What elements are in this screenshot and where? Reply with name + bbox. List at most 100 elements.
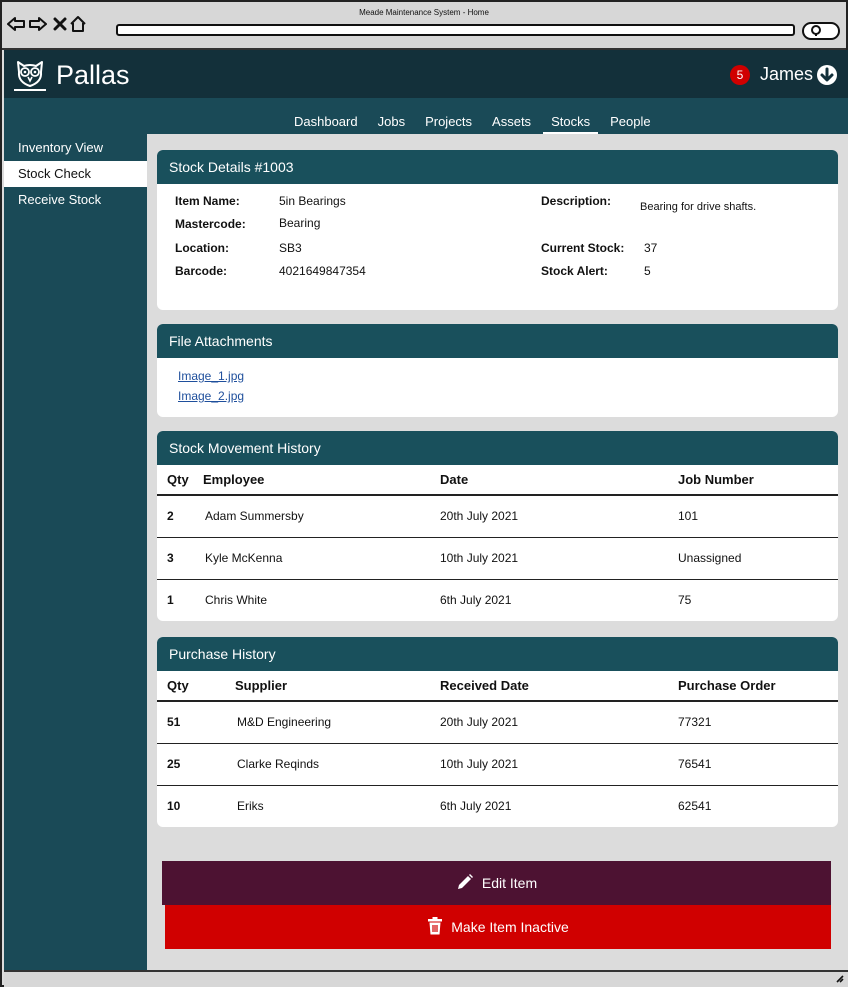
brand-name: Pallas bbox=[56, 60, 130, 90]
address-bar[interactable] bbox=[116, 24, 795, 36]
browser-window: Meade Maintenance System - Home Pallas 5… bbox=[0, 0, 848, 987]
browser-status-bar bbox=[4, 970, 848, 987]
sidebar-item-stock-check[interactable]: Stock Check bbox=[4, 161, 147, 187]
received-date-cell: 6th July 2021 bbox=[440, 799, 512, 814]
window-title: Meade Maintenance System - Home bbox=[359, 8, 489, 17]
mastercode-value: Bearing bbox=[279, 216, 321, 230]
tab-bar: Dashboard Jobs Projects Assets Stocks Pe… bbox=[286, 114, 663, 135]
table-row: 1 Chris White 6th July 2021 75 bbox=[157, 579, 838, 621]
description-label: Description: bbox=[541, 194, 612, 208]
purchase-order-cell: 77321 bbox=[678, 701, 838, 744]
current-stock-label: Current Stock: bbox=[541, 241, 625, 255]
tab-projects[interactable]: Projects bbox=[417, 114, 480, 135]
purchase-order-cell: 76541 bbox=[678, 743, 838, 786]
stock-alert-label: Stock Alert: bbox=[541, 264, 608, 278]
stock-details-card: Stock Details #1003 Item Name: 5in Beari… bbox=[157, 150, 838, 310]
purchase-history-title: Purchase History bbox=[157, 637, 838, 671]
mastercode-label: Mastercode: bbox=[175, 217, 246, 231]
tab-people[interactable]: People bbox=[602, 114, 658, 135]
tab-dashboard[interactable]: Dashboard bbox=[286, 114, 366, 135]
sidebar: Inventory View Stock Check Receive Stock bbox=[4, 134, 147, 970]
employee-cell: Kyle McKenna bbox=[203, 537, 440, 580]
job-number-cell: 75 bbox=[678, 593, 692, 608]
stock-movement-table: Qty Employee Date Job Number 2 Adam Summ… bbox=[157, 465, 838, 621]
file-link-image-1[interactable]: Image_1.jpg bbox=[178, 366, 838, 386]
main-content: Stock Details #1003 Item Name: 5in Beari… bbox=[147, 134, 848, 970]
back-arrow-icon[interactable] bbox=[6, 14, 26, 34]
qty-cell: 25 bbox=[157, 743, 235, 786]
table-row: 10 Eriks 6th July 2021 62541 bbox=[157, 785, 838, 827]
stock-movement-history-title: Stock Movement History bbox=[157, 431, 838, 465]
stock-details-body: Item Name: 5in Bearings Mastercode: Bear… bbox=[157, 184, 838, 310]
employee-cell: Chris White bbox=[205, 593, 268, 608]
column-header-received-date: Received Date bbox=[440, 671, 678, 702]
received-date-cell: 10th July 2021 bbox=[440, 743, 678, 786]
table-row: 25 Clarke Reqinds 10th July 2021 76541 bbox=[157, 743, 838, 786]
tab-jobs[interactable]: Jobs bbox=[370, 114, 413, 135]
received-date-cell: 20th July 2021 bbox=[440, 701, 678, 744]
table-header-row: Qty Employee Date Job Number bbox=[157, 465, 838, 496]
make-item-inactive-button[interactable]: Make Item Inactive bbox=[165, 905, 831, 949]
description-value: Bearing for drive shafts. bbox=[640, 201, 757, 213]
job-number-cell: 101 bbox=[678, 495, 838, 538]
date-cell: 20th July 2021 bbox=[440, 495, 678, 538]
stop-icon[interactable] bbox=[50, 14, 70, 34]
column-header-job-number: Job Number bbox=[678, 465, 838, 496]
date-cell: 10th July 2021 bbox=[440, 537, 678, 580]
barcode-label: Barcode: bbox=[175, 264, 228, 278]
purchase-history-table: Qty Supplier Received Date Purchase Orde… bbox=[157, 671, 838, 827]
table-header-row: Qty Supplier Received Date Purchase Orde… bbox=[157, 671, 838, 702]
file-list: Image_1.jpg Image_2.jpg bbox=[157, 358, 838, 406]
supplier-cell: Clarke Reqinds bbox=[235, 743, 440, 786]
job-number-cell: Unassigned bbox=[678, 537, 838, 580]
location-label: Location: bbox=[175, 241, 229, 255]
purchase-history-card: Purchase History Qty Supplier Received D… bbox=[157, 637, 838, 827]
main-nav: Dashboard Jobs Projects Assets Stocks Pe… bbox=[4, 98, 848, 135]
supplier-cell: M&D Engineering bbox=[235, 701, 440, 744]
home-icon[interactable] bbox=[68, 14, 88, 34]
tab-assets[interactable]: Assets bbox=[484, 114, 539, 135]
browser-chrome: Meade Maintenance System - Home bbox=[2, 2, 846, 50]
pencil-icon bbox=[456, 873, 474, 894]
supplier-cell: Eriks bbox=[237, 799, 264, 814]
file-link-image-2[interactable]: Image_2.jpg bbox=[178, 386, 838, 406]
make-item-inactive-label: Make Item Inactive bbox=[451, 919, 569, 935]
table-row: 2 Adam Summersby 20th July 2021 101 bbox=[157, 495, 838, 538]
search-icon bbox=[810, 25, 822, 40]
location-value: SB3 bbox=[279, 241, 302, 255]
barcode-value: 4021649847354 bbox=[279, 264, 366, 278]
date-cell: 6th July 2021 bbox=[440, 593, 512, 608]
current-stock-value: 37 bbox=[644, 241, 658, 255]
stock-alert-value: 5 bbox=[644, 264, 651, 278]
qty-cell: 1 bbox=[167, 593, 174, 608]
trash-icon bbox=[427, 916, 443, 938]
stock-details-title: Stock Details #1003 bbox=[157, 150, 838, 184]
purchase-order-cell: 62541 bbox=[678, 799, 712, 814]
user-name[interactable]: James bbox=[760, 64, 813, 85]
file-attachments-card: File Attachments Image_1.jpg Image_2.jpg bbox=[157, 324, 838, 417]
column-header-employee: Employee bbox=[203, 465, 440, 496]
notification-badge[interactable]: 5 bbox=[730, 65, 750, 85]
edit-item-button[interactable]: Edit Item bbox=[162, 861, 831, 905]
chevron-down-circle-icon[interactable] bbox=[817, 65, 837, 85]
edit-item-label: Edit Item bbox=[481, 875, 538, 891]
column-header-date: Date bbox=[440, 465, 678, 496]
app-header: Pallas 5 James bbox=[4, 50, 848, 98]
item-name-label: Item Name: bbox=[175, 194, 240, 208]
browser-search-button[interactable] bbox=[802, 22, 840, 40]
resize-grip-icon[interactable] bbox=[834, 973, 844, 986]
item-name-value: 5in Bearings bbox=[279, 194, 346, 208]
sidebar-item-receive-stock[interactable]: Receive Stock bbox=[4, 187, 147, 213]
tab-stocks[interactable]: Stocks bbox=[543, 114, 599, 135]
qty-cell: 3 bbox=[157, 537, 203, 580]
qty-cell: 51 bbox=[157, 701, 235, 744]
forward-arrow-icon[interactable] bbox=[28, 14, 48, 34]
file-attachments-title: File Attachments bbox=[157, 324, 838, 358]
sidebar-item-inventory-view[interactable]: Inventory View bbox=[4, 135, 147, 161]
column-header-purchase-order: Purchase Order bbox=[678, 671, 838, 702]
owl-logo-icon bbox=[14, 58, 46, 92]
employee-cell: Adam Summersby bbox=[203, 495, 440, 538]
column-header-qty: Qty bbox=[157, 671, 235, 702]
table-row: 3 Kyle McKenna 10th July 2021 Unassigned bbox=[157, 537, 838, 580]
stock-movement-history-card: Stock Movement History Qty Employee Date… bbox=[157, 431, 838, 621]
